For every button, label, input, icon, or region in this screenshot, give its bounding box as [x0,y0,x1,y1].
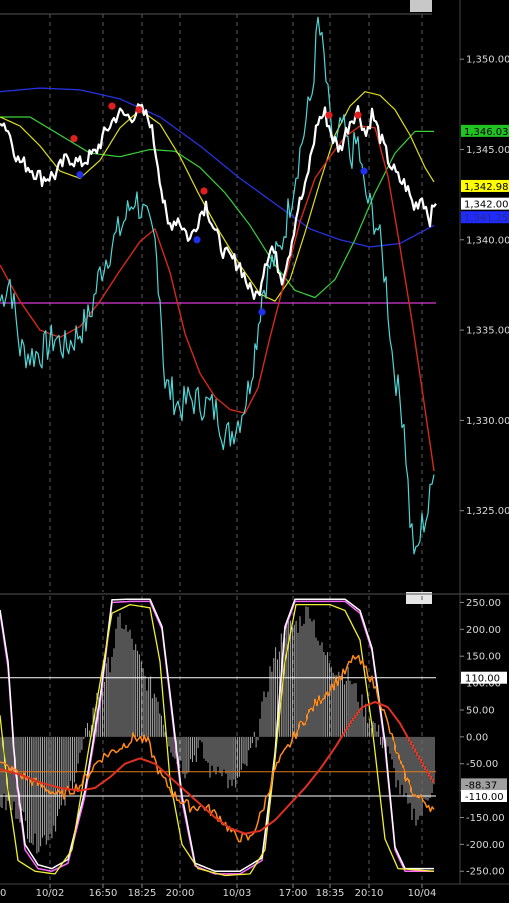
time-tick-label: 0 [0,888,6,899]
osc-tick-label: -200.00 [466,840,505,851]
price-tick-label: 1,345.00 [466,145,509,156]
price-tick-label: 1,335.00 [466,326,509,337]
price-tag-label: 1,341.25 [464,213,509,224]
swing-dot [76,171,84,179]
swing-dot [258,308,266,316]
osc-tick-label: 50.00 [466,705,495,716]
osc-tag-label: -88.37 [465,780,497,791]
price-tick-label: 1,340.00 [466,235,509,246]
price-value-tag: 1,342.00 [461,197,509,211]
price-tick-label: 1,325.00 [466,506,509,517]
osc-tick-label: 0.00 [466,732,488,743]
osc-tick-label: -150.00 [466,813,505,824]
time-tick-label: 20:00 [166,888,195,899]
price-value-tag: 1,342.98 [461,179,509,193]
swing-dot [135,106,143,114]
price-tag-label: 1,346.03 [464,127,509,138]
osc-tag-label: 110.00 [465,674,500,685]
price-tick-label: 1,330.00 [466,416,509,427]
price-value-tag: 1,346.03 [461,124,509,138]
trading-chart: 1,350.00 1,345.00 1,340.00 1,335.00 1,330.00… [0,0,509,903]
time-tick-label: 10/02 [36,888,65,899]
time-tick-label: 17:00 [279,888,308,899]
time-tick-label: 16:50 [89,888,118,899]
swing-dot [108,102,116,110]
swing-dot [193,236,201,244]
oscillator-value-tag: -88.37 [461,778,507,791]
oscillator-value-tag: 110.00 [461,671,507,685]
osc-tag-label: -110.00 [465,792,504,803]
oscillator-value-tag: -110.00 [461,789,507,803]
price-tag-label: 1,342.00 [464,200,509,211]
osc-tick-label: 200.00 [466,625,501,636]
osc-tick-label: 250.00 [466,598,501,609]
swing-dot [70,135,78,143]
osc-tick-label: 150.00 [466,652,501,663]
osc-tick-label: -50.00 [466,759,498,770]
header-strip [410,0,432,12]
time-tick-label: 10/03 [223,888,252,899]
swing-dot [200,187,208,195]
swing-dot [325,111,333,119]
time-tick-label: 20:10 [355,888,384,899]
price-value-tag: 1,341.25 [461,211,509,224]
price-tick-label: 1,350.00 [466,55,509,66]
time-tick-label: 18:35 [316,888,345,899]
time-tick-label: 10/04 [408,888,437,899]
price-tag-label: 1,342.98 [464,182,509,193]
swing-dot [360,167,368,175]
osc-tick-label: -250.00 [466,867,505,878]
time-tick-label: 18:25 [128,888,157,899]
swing-dot [354,111,362,119]
